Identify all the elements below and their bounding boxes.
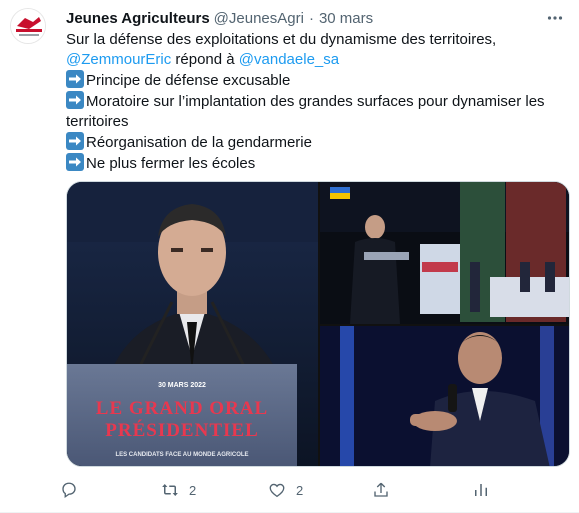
text-middle: répond à [171,51,239,68]
tweet[interactable]: Jeunes Agriculteurs @JeunesAgri · 30 mar… [0,0,579,513]
tweet-header: Jeunes Agriculteurs @JeunesAgri · 30 mar… [66,8,569,28]
media-grid: 30 MARS 2022 LE GRAND ORAL PRÉSIDENTIEL … [66,181,570,467]
author-name[interactable]: Jeunes Agriculteurs [66,10,210,27]
right-arrow-icon [66,153,84,171]
bullet-text: Moratoire sur l’implantation des grandes… [86,93,545,110]
like-button[interactable]: 2 [268,478,303,502]
right-arrow-icon [66,132,84,150]
reply-button[interactable] [60,478,78,502]
avatar[interactable] [10,8,46,44]
author-handle[interactable]: @JeunesAgri [214,10,304,27]
retweet-count: 2 [189,482,197,498]
heart-icon [269,483,285,498]
photo-speaker-mic[interactable] [320,326,569,466]
share-icon [374,482,388,497]
banner-date: 30 MARS 2022 [158,382,206,389]
action-bar: 2 2 [60,478,500,502]
right-arrow-icon [66,91,84,109]
more-options-icon[interactable] [543,8,567,28]
bullet-line: Ne plus fermer les écoles [66,153,566,174]
mention-link[interactable]: @vandaele_sa [239,51,339,68]
analytics-icon [475,484,487,496]
right-arrow-icon [66,70,84,88]
analytics-button[interactable] [472,478,490,502]
banner-subtitle: LES CANDIDATS FACE AU MONDE AGRICOLE [115,452,248,458]
text-line-2: @ZemmourEric répond à @vandaele_sa [66,50,566,70]
retweet-icon [162,484,178,496]
like-count: 2 [296,482,304,498]
share-button[interactable] [372,478,390,502]
retweet-button[interactable]: 2 [161,478,196,502]
bullet-line: Principe de défense excusable [66,70,566,91]
photo-speaker-podium[interactable]: 30 MARS 2022 LE GRAND ORAL PRÉSIDENTIEL … [67,182,318,466]
mention-link[interactable]: @ZemmourEric [66,51,171,68]
bullet-text: Principe de défense excusable [86,72,291,89]
tweet-text: Sur la défense des exploitations et du d… [66,30,566,174]
bullet-line: Réorganisation de la gendarmerie [66,132,566,153]
photo-stage-wide[interactable] [320,182,569,324]
reply-icon [62,482,76,499]
separator: · [308,9,314,27]
banner-title-2: PRÉSIDENTIEL [105,419,259,441]
text-line-1: Sur la défense des exploitations et du d… [66,31,497,48]
banner-title-1: LE GRAND ORAL [96,398,268,419]
timestamp[interactable]: 30 mars [319,10,373,27]
bullet-line: Moratoire sur l’implantation des grandes… [66,91,566,112]
bullet-text: Réorganisation de la gendarmerie [86,134,312,151]
bullet-text: Ne plus fermer les écoles [86,155,256,172]
bullet-continuation: territoires [66,113,129,130]
